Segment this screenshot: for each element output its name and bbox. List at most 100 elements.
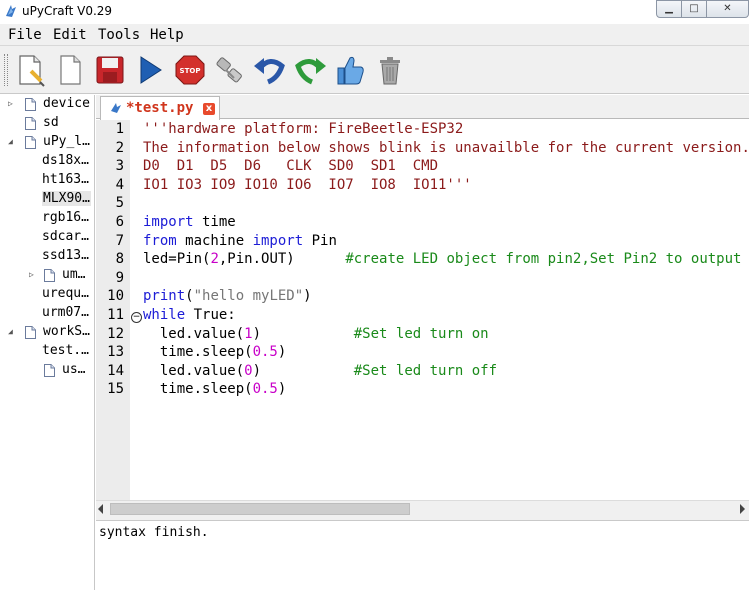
- code-line[interactable]: time.sleep(0.5): [143, 344, 286, 360]
- minimize-icon: ▁: [665, 3, 673, 14]
- line-number: 14: [107, 362, 124, 379]
- menu-tools[interactable]: Tools: [98, 27, 140, 43]
- line-number: 3: [115, 158, 124, 175]
- tree-item[interactable]: rgb16…: [0, 209, 94, 229]
- tree-item[interactable]: ▷ device: [0, 95, 94, 115]
- tree-item-label: sdcar…: [42, 229, 89, 244]
- code-line[interactable]: import time: [143, 214, 236, 230]
- toolbar-grip[interactable]: [4, 54, 8, 86]
- code-line[interactable]: IO1 IO3 IO9 IO10 IO6 IO7 IO8 IO11''': [143, 177, 472, 193]
- line-number: 8: [115, 251, 124, 268]
- syntax-check-icon[interactable]: [332, 52, 368, 88]
- tree-item-label: um…: [62, 267, 86, 282]
- python-file-icon: [111, 103, 121, 113]
- tree-item[interactable]: sdcar…: [0, 228, 94, 248]
- toolbar: STOP: [0, 46, 749, 94]
- menu-file[interactable]: File: [8, 27, 42, 43]
- code-line[interactable]: while True:: [143, 307, 236, 323]
- scroll-right-icon[interactable]: [740, 504, 745, 514]
- tree-item[interactable]: ▷ um…: [0, 266, 94, 286]
- code-line[interactable]: '''hardware platform: FireBeetle-ESP32: [143, 121, 463, 137]
- tree-item[interactable]: urequ…: [0, 285, 94, 305]
- code-token: (: [185, 288, 194, 305]
- tree-item[interactable]: ◢ workS…: [0, 323, 94, 343]
- redo-icon[interactable]: [292, 52, 328, 88]
- code-line[interactable]: led.value(0) #Set led turn off: [143, 363, 497, 379]
- scroll-thumb[interactable]: [110, 503, 410, 515]
- tree-item[interactable]: urm07…: [0, 304, 94, 324]
- line-number: 1: [115, 121, 124, 137]
- window-title: uPyCraft V0.29: [22, 4, 113, 18]
- tab-label: *test.py: [126, 100, 194, 116]
- line-number: 15: [107, 381, 124, 398]
- code-token: import: [252, 232, 304, 249]
- code-token: #Set led turn on: [353, 325, 489, 342]
- code-line[interactable]: print("hello myLED"): [143, 288, 312, 304]
- code-line[interactable]: from machine import Pin: [143, 233, 337, 249]
- code-line[interactable]: time.sleep(0.5): [143, 381, 286, 397]
- svg-text:STOP: STOP: [180, 67, 201, 75]
- tree-item[interactable]: ds18x…: [0, 152, 94, 172]
- menu-help[interactable]: Help: [150, 27, 184, 43]
- collapse-arrow-icon[interactable]: ◢: [8, 137, 16, 147]
- close-button[interactable]: ✕: [706, 0, 749, 18]
- code-line[interactable]: led.value(1) #Set led turn on: [143, 326, 489, 342]
- clear-icon[interactable]: [372, 52, 408, 88]
- code-token: #Set led turn off: [353, 362, 498, 379]
- file-icon: [44, 269, 55, 282]
- tree-item[interactable]: ht163…: [0, 171, 94, 191]
- code-token: led.value(: [143, 362, 245, 379]
- code-token: led=Pin(: [143, 251, 211, 268]
- expand-arrow-icon[interactable]: ▷: [8, 99, 16, 109]
- maximize-button[interactable]: □: [681, 0, 707, 18]
- code-line[interactable]: led=Pin(2,Pin.OUT) #create LED object fr…: [143, 251, 741, 267]
- expand-arrow-icon[interactable]: ▷: [29, 270, 37, 280]
- menu-edit[interactable]: Edit: [53, 27, 87, 43]
- code-token: '''hardware platform: FireBeetle-ESP32: [143, 121, 464, 137]
- fold-marker-icon[interactable]: −: [131, 312, 142, 323]
- line-number: 12: [107, 325, 124, 342]
- code-token: time.sleep(: [143, 381, 253, 398]
- stop-icon[interactable]: STOP: [172, 52, 208, 88]
- connect-icon[interactable]: [212, 52, 248, 88]
- file-icon: [44, 364, 55, 377]
- code-token: while: [143, 307, 186, 323]
- code-token: 1: [244, 325, 253, 342]
- save-icon[interactable]: [92, 52, 128, 88]
- line-number: 5: [115, 195, 124, 212]
- tree-item-label: us…: [62, 362, 86, 377]
- tree-item[interactable]: ssd13…: [0, 247, 94, 267]
- editor-horizontal-scrollbar[interactable]: [96, 500, 749, 517]
- tab-test-py[interactable]: *test.py x: [100, 96, 220, 120]
- tree-item-label: ssd13…: [42, 248, 89, 263]
- tree-item[interactable]: sd: [0, 114, 94, 134]
- line-number: 4: [115, 176, 124, 193]
- line-number: 7: [115, 232, 124, 249]
- scroll-left-icon[interactable]: [98, 504, 103, 514]
- tree-item-label: test.…: [42, 343, 89, 358]
- code-line[interactable]: D0 D1 D5 D6 CLK SD0 SD1 CMD: [143, 158, 438, 174]
- tree-item[interactable]: test.…: [0, 342, 94, 362]
- line-number: 10: [107, 288, 124, 305]
- tree-item[interactable]: us…: [0, 361, 94, 381]
- new-file-icon[interactable]: [12, 52, 48, 88]
- line-number: 11: [107, 307, 124, 323]
- code-token: ): [277, 344, 287, 361]
- code-token: print: [143, 288, 186, 305]
- console-output[interactable]: syntax finish.: [96, 521, 749, 590]
- tab-close-icon[interactable]: x: [203, 103, 215, 115]
- tree-item[interactable]: ◢ uPy_l…: [0, 133, 94, 153]
- code-token: machine: [176, 232, 253, 249]
- tree-item[interactable]: MLX90…: [0, 190, 94, 210]
- code-line[interactable]: The information below shows blink is una…: [143, 140, 749, 156]
- minimize-button[interactable]: ▁: [656, 0, 682, 18]
- code-token: time.sleep(: [143, 344, 253, 361]
- undo-icon[interactable]: [252, 52, 288, 88]
- code-editor[interactable]: − 1 '''hardware platform: FireBeetle-ESP3…: [96, 120, 749, 500]
- open-file-icon[interactable]: [52, 52, 88, 88]
- file-icon: [25, 326, 36, 339]
- collapse-arrow-icon[interactable]: ◢: [8, 327, 16, 337]
- code-token: D0 D1 D5 D6 CLK SD0 SD1 CMD: [143, 158, 439, 175]
- code-token: from: [143, 232, 177, 249]
- run-icon[interactable]: [132, 52, 168, 88]
